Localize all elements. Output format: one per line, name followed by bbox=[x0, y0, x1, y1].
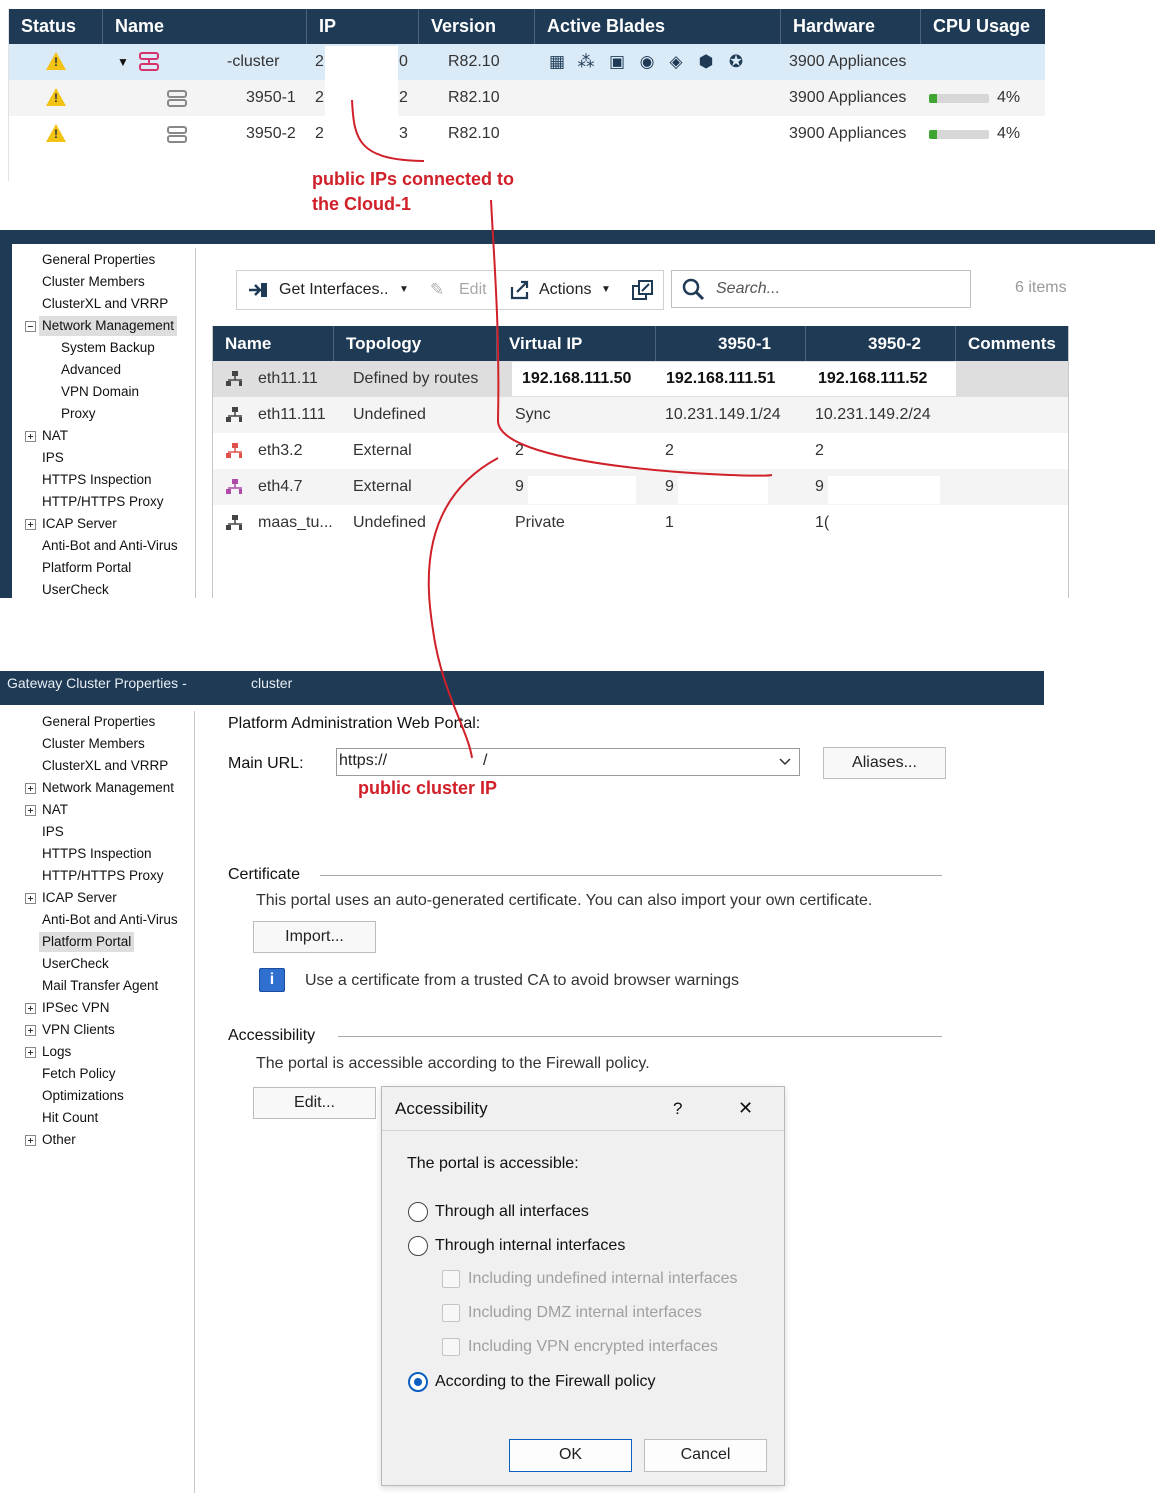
annotation-public-ips-line1: public IPs connected to bbox=[312, 169, 515, 189]
annotation-public-cluster-ip: public cluster IP bbox=[358, 778, 498, 798]
annotation-curve-top bbox=[351, 99, 425, 162]
annotation-public-ips-line2: the Cloud-1 bbox=[312, 194, 411, 214]
annotation-overlay bbox=[351, 99, 773, 759]
annotation-curve-bottom bbox=[427, 457, 499, 759]
annotation-curve-middle bbox=[490, 199, 773, 477]
